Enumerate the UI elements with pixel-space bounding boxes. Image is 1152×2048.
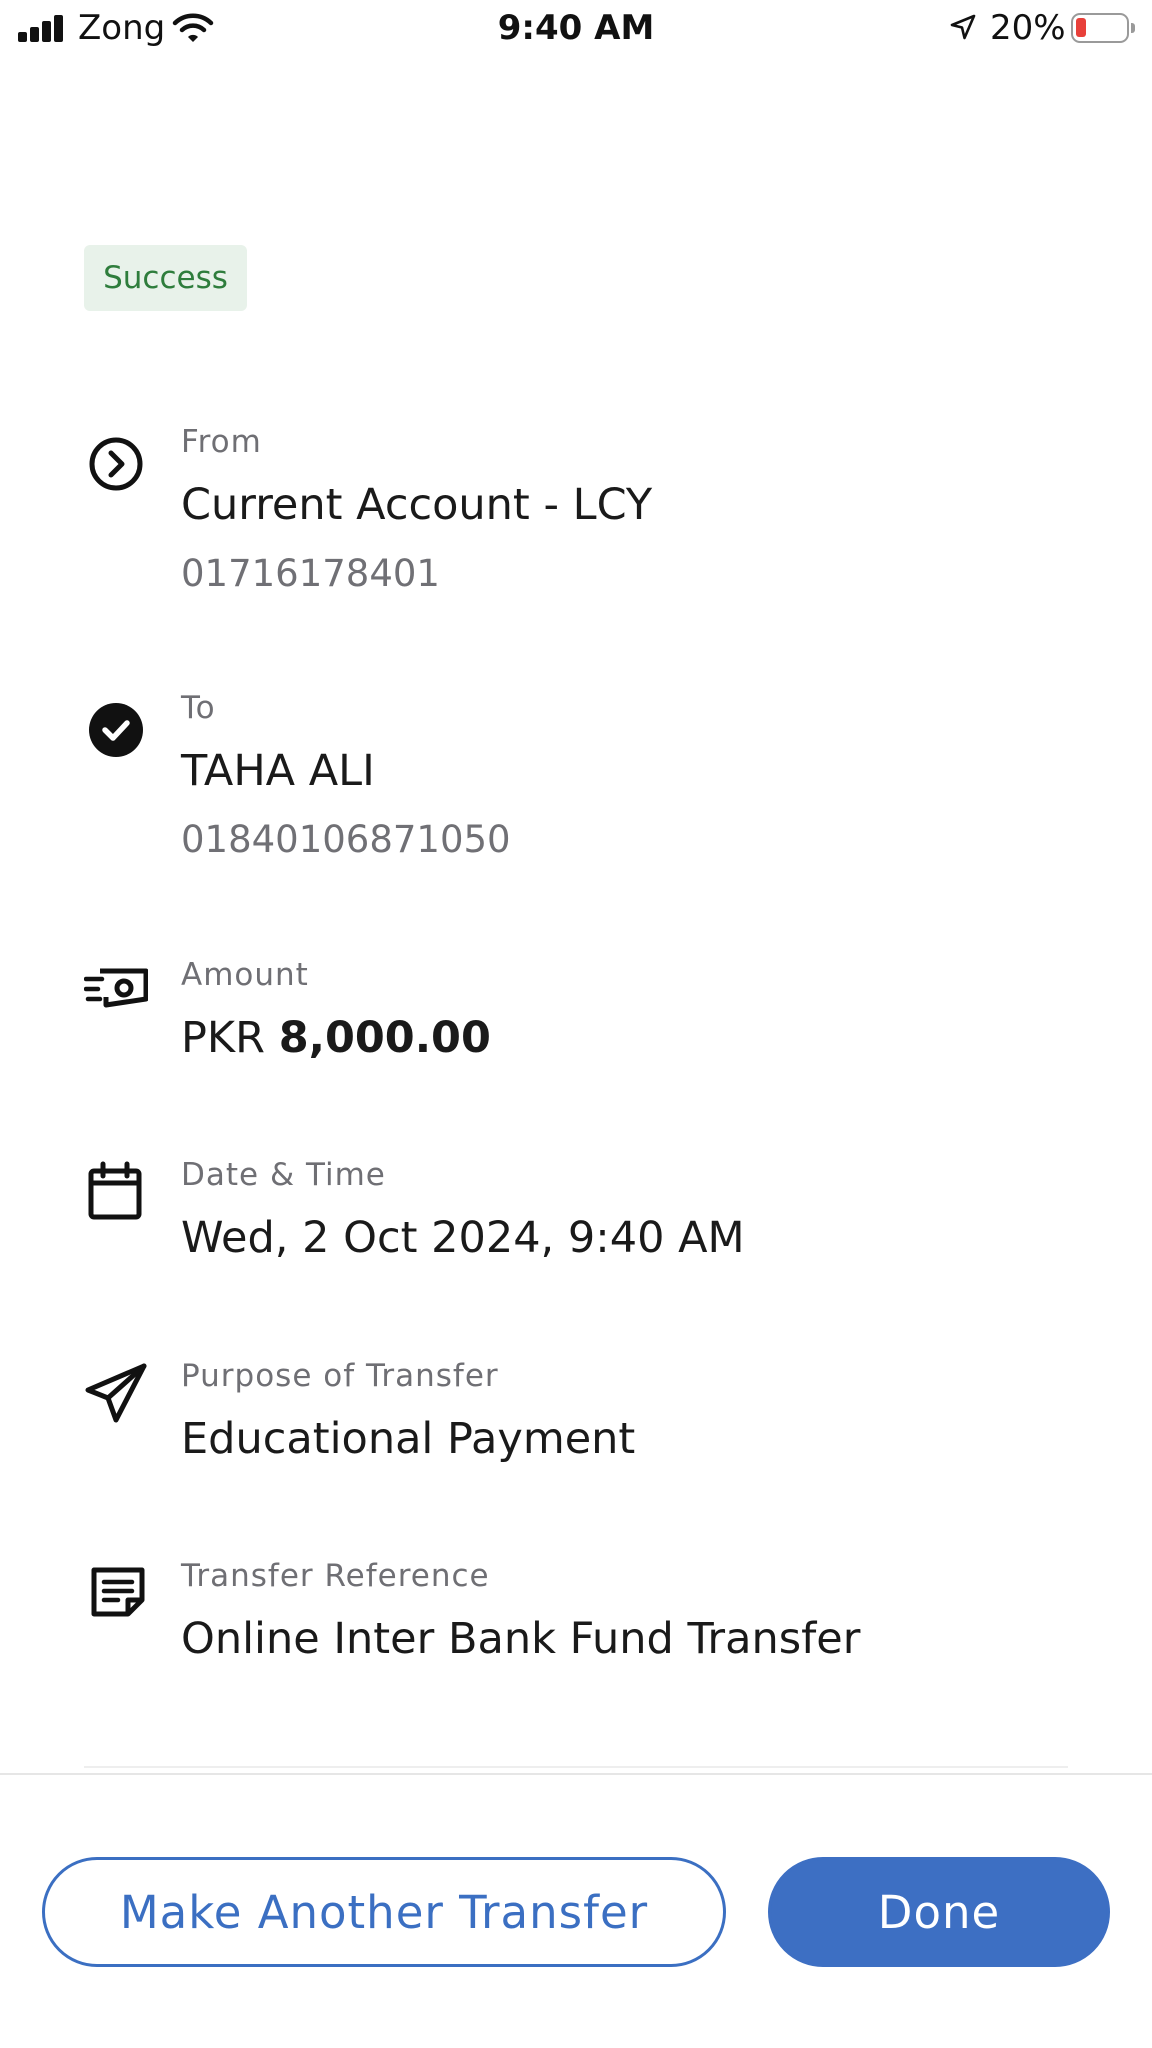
amount-label: Amount [181, 957, 309, 993]
status-badge: Success [84, 245, 247, 311]
done-button[interactable]: Done [768, 1857, 1110, 1967]
datetime-label: Date & Time [181, 1157, 386, 1193]
from-account-name: Current Account - LCY [181, 480, 653, 530]
chevron-right-circle-icon [84, 428, 148, 492]
footer-divider [0, 1773, 1152, 1775]
make-another-transfer-button[interactable]: Make Another Transfer [42, 1857, 726, 1967]
reference-label: Transfer Reference [181, 1558, 490, 1594]
note-icon [84, 1560, 148, 1624]
purpose-value: Educational Payment [181, 1414, 636, 1464]
calendar-icon [84, 1159, 148, 1223]
status-bar: Zong 9:40 AM 20% [0, 0, 1152, 60]
amount-value: PKR 8,000.00 [181, 1013, 491, 1063]
battery-level [1076, 18, 1086, 37]
purpose-label: Purpose of Transfer [181, 1358, 499, 1394]
amount-number: 8,000.00 [278, 1013, 491, 1063]
paper-plane-icon [84, 1362, 148, 1426]
clock: 9:40 AM [497, 8, 655, 48]
amount-currency: PKR [181, 1013, 266, 1063]
reference-value: Online Inter Bank Fund Transfer [181, 1614, 861, 1664]
cash-icon [84, 959, 148, 1023]
to-account-number: 01840106871050 [181, 818, 511, 861]
to-label: To [181, 690, 216, 726]
location-arrow-icon [948, 12, 978, 42]
from-account-number: 01716178401 [181, 552, 440, 595]
battery-percent: 20% [990, 8, 1066, 48]
to-name: TAHA ALI [181, 746, 375, 796]
check-circle-icon [84, 694, 148, 758]
datetime-value: Wed, 2 Oct 2024, 9:40 AM [181, 1213, 745, 1263]
battery-icon [1071, 13, 1135, 43]
content-divider [84, 1766, 1068, 1768]
from-label: From [181, 424, 262, 460]
